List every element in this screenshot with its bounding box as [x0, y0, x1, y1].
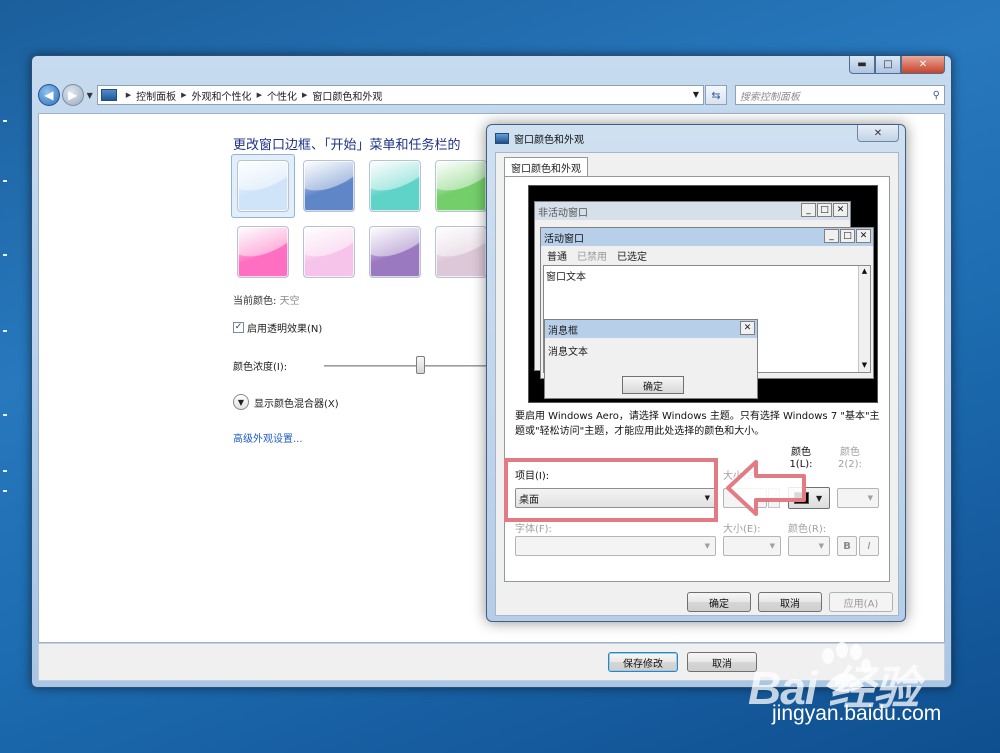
appearance-preview[interactable]: 非活动窗口 _ □ ✕ 活动窗口 _ □ ✕ 普通 已禁用 已选定 窗口文本 ▲… — [528, 185, 878, 403]
color-mixer-label: 显示颜色混合器(X) — [254, 398, 339, 410]
desktop-edge — [0, 0, 14, 753]
preview-menu-bar: 普通 已禁用 已选定 — [541, 246, 873, 265]
color-intensity-label: 颜色浓度(I): — [233, 362, 288, 373]
preview-window-text: 窗口文本 — [546, 272, 586, 283]
breadcrumb-chevron-icon: ▶ — [301, 91, 308, 99]
preview-scrollbar: ▲ ▼ — [858, 266, 870, 372]
font-size-select[interactable]: ▼ — [723, 536, 781, 556]
page-title: 更改窗口边框、「开始」菜单和任务栏的 — [233, 138, 461, 153]
recent-pages-dropdown-icon[interactable]: ▼ — [87, 91, 93, 100]
preview-ok-button: 确定 — [622, 376, 684, 394]
italic-button[interactable]: I — [859, 536, 879, 556]
annotation-arrow-icon — [726, 460, 806, 516]
preview-message-close-icon: ✕ — [740, 321, 755, 335]
advanced-appearance-link[interactable]: 高级外观设置... — [233, 430, 303, 445]
color-swatch-sea-foam[interactable] — [369, 160, 421, 212]
preview-menu-disabled: 已禁用 — [577, 252, 607, 263]
dialog-title-bar: 窗口颜色和外观 — [495, 131, 584, 146]
breadcrumb-chevron-icon: ▶ — [256, 91, 262, 99]
preview-menu-normal: 普通 — [547, 252, 567, 263]
breadcrumb-window-color[interactable]: 窗口颜色和外观 — [312, 88, 382, 103]
dialog-title: 窗口颜色和外观 — [514, 135, 584, 146]
close-button[interactable]: ✕ — [901, 56, 945, 74]
chevron-down-icon: ▼ — [769, 542, 775, 550]
color-swatch-twilight[interactable] — [303, 160, 355, 212]
chevron-down-icon: ▼ — [816, 494, 823, 503]
aero-note: 要启用 Windows Aero，请选择 Windows 主题。只有选择 Win… — [515, 411, 880, 437]
preview-message-box: 消息框 ✕ 消息文本 确定 — [544, 319, 758, 399]
breadcrumb-chevron-icon: ▶ — [125, 91, 132, 99]
dialog-apply-button[interactable]: 应用(A) — [829, 592, 893, 612]
address-bar[interactable]: ▶ 控制面板 ▶ 外观和个性化 ▶ 个性化 ▶ 窗口颜色和外观 ▼ — [96, 85, 705, 105]
color-intensity-slider-thumb[interactable] — [416, 356, 426, 374]
preview-active-title-text: 活动窗口 — [544, 233, 584, 245]
preview-inactive-title-text: 非活动窗口 — [538, 207, 588, 219]
transparency-label: 启用透明效果(N) — [247, 324, 323, 335]
tab-window-color-appearance[interactable]: 窗口颜色和外观 — [504, 157, 588, 177]
color2-label: 颜色 2(2): — [838, 447, 862, 470]
window-caption-buttons: ▬ □ ✕ — [849, 56, 945, 74]
color-swatch-leaf[interactable] — [435, 160, 487, 212]
chevron-down-icon[interactable]: ▼ — [233, 394, 249, 410]
baidu-url: jingyan.baidu.com — [772, 702, 942, 725]
display-icon — [495, 133, 509, 144]
dialog-cancel-button[interactable]: 取消 — [758, 592, 822, 612]
window-color-appearance-dialog: 窗口颜色和外观 ✕ 窗口颜色和外观 非活动窗口 _□✕ 活动窗口 _□✕ — [486, 124, 906, 622]
current-color-label: 当前颜色: — [233, 296, 277, 307]
preview-inactive-title: 非活动窗口 _ □ ✕ — [535, 202, 850, 220]
preview-menu-selected: 已选定 — [617, 252, 647, 263]
color-mixer-toggle[interactable]: ▼ 显示颜色混合器(X) — [233, 394, 339, 410]
scroll-down-icon: ▼ — [861, 361, 868, 369]
preview-active-caption-buttons: _ □ ✕ — [824, 229, 871, 243]
navigation-bar: ◀ ▶ ▼ ▶ 控制面板 ▶ 外观和个性化 ▶ 个性化 ▶ 窗口颜色和外观 ▼ … — [38, 82, 945, 108]
search-input[interactable]: 搜索控制面板 ⚲ — [734, 85, 945, 105]
refresh-icon[interactable]: ⇆ — [705, 85, 727, 105]
color-swatch-fuchsia[interactable] — [237, 226, 289, 278]
bold-button[interactable]: B — [837, 536, 857, 556]
preview-message-text: 消息文本 — [548, 347, 588, 358]
breadcrumb-personalization[interactable]: 个性化 — [267, 88, 297, 103]
color-swatch-violet[interactable] — [369, 226, 421, 278]
breadcrumb-appearance[interactable]: 外观和个性化 — [192, 88, 252, 103]
color-swatch-lavender[interactable] — [435, 226, 487, 278]
breadcrumb-chevron-icon: ▶ — [181, 91, 187, 99]
minimize-button[interactable]: ▬ — [849, 56, 875, 74]
dialog-body: 窗口颜色和外观 非活动窗口 _ □ ✕ 活动窗口 _ □ ✕ 普通 已禁用 已选… — [495, 152, 899, 616]
current-color-value: 天空 — [279, 296, 300, 307]
search-icon[interactable]: ⚲ — [933, 90, 940, 101]
search-placeholder: 搜索控制面板 — [739, 91, 800, 103]
color2-picker[interactable]: ▼ — [837, 488, 879, 508]
preview-message-title: 消息框 ✕ — [545, 320, 757, 338]
dialog-close-button[interactable]: ✕ — [857, 125, 899, 142]
save-changes-button[interactable]: 保存修改 — [608, 652, 678, 672]
baidu-watermark: Bai 经验 jingyan.baidu.com — [744, 640, 994, 750]
color-swatch-sky[interactable] — [237, 160, 289, 212]
preview-inactive-caption-buttons: _ □ ✕ — [801, 203, 848, 217]
color-swatch-blush[interactable] — [303, 226, 355, 278]
forward-arrow-icon[interactable]: ▶ — [61, 84, 84, 106]
back-arrow-icon[interactable]: ◀ — [38, 84, 60, 106]
maximize-button[interactable]: □ — [875, 56, 901, 74]
transparency-option[interactable]: ✓ 启用透明效果(N) — [233, 320, 322, 335]
font-label: 字体(F): — [515, 524, 552, 535]
chevron-down-icon: ▼ — [867, 494, 873, 502]
font-color-picker[interactable]: ▼ — [788, 536, 830, 556]
chevron-down-icon: ▼ — [704, 542, 710, 550]
chevron-down-icon: ▼ — [818, 542, 824, 550]
preview-message-title-text: 消息框 — [548, 325, 578, 337]
dialog-ok-button[interactable]: 确定 — [687, 592, 751, 612]
scroll-up-icon: ▲ — [861, 267, 868, 275]
preview-active-title: 活动窗口 _ □ ✕ — [541, 228, 873, 246]
address-dropdown-icon[interactable]: ▼ — [693, 90, 699, 99]
font-size-label: 大小(E): — [723, 524, 761, 535]
color-intensity-slider[interactable] — [324, 365, 499, 367]
font-select[interactable]: ▼ — [515, 536, 716, 556]
annotation-highlight-box — [504, 458, 718, 522]
transparency-checkbox[interactable]: ✓ — [233, 322, 244, 333]
breadcrumb-control-panel[interactable]: 控制面板 — [136, 88, 176, 103]
font-color-label: 颜色(R): — [788, 524, 827, 535]
control-panel-icon — [100, 89, 117, 101]
current-color-text: 当前颜色: 天空 — [233, 292, 300, 307]
